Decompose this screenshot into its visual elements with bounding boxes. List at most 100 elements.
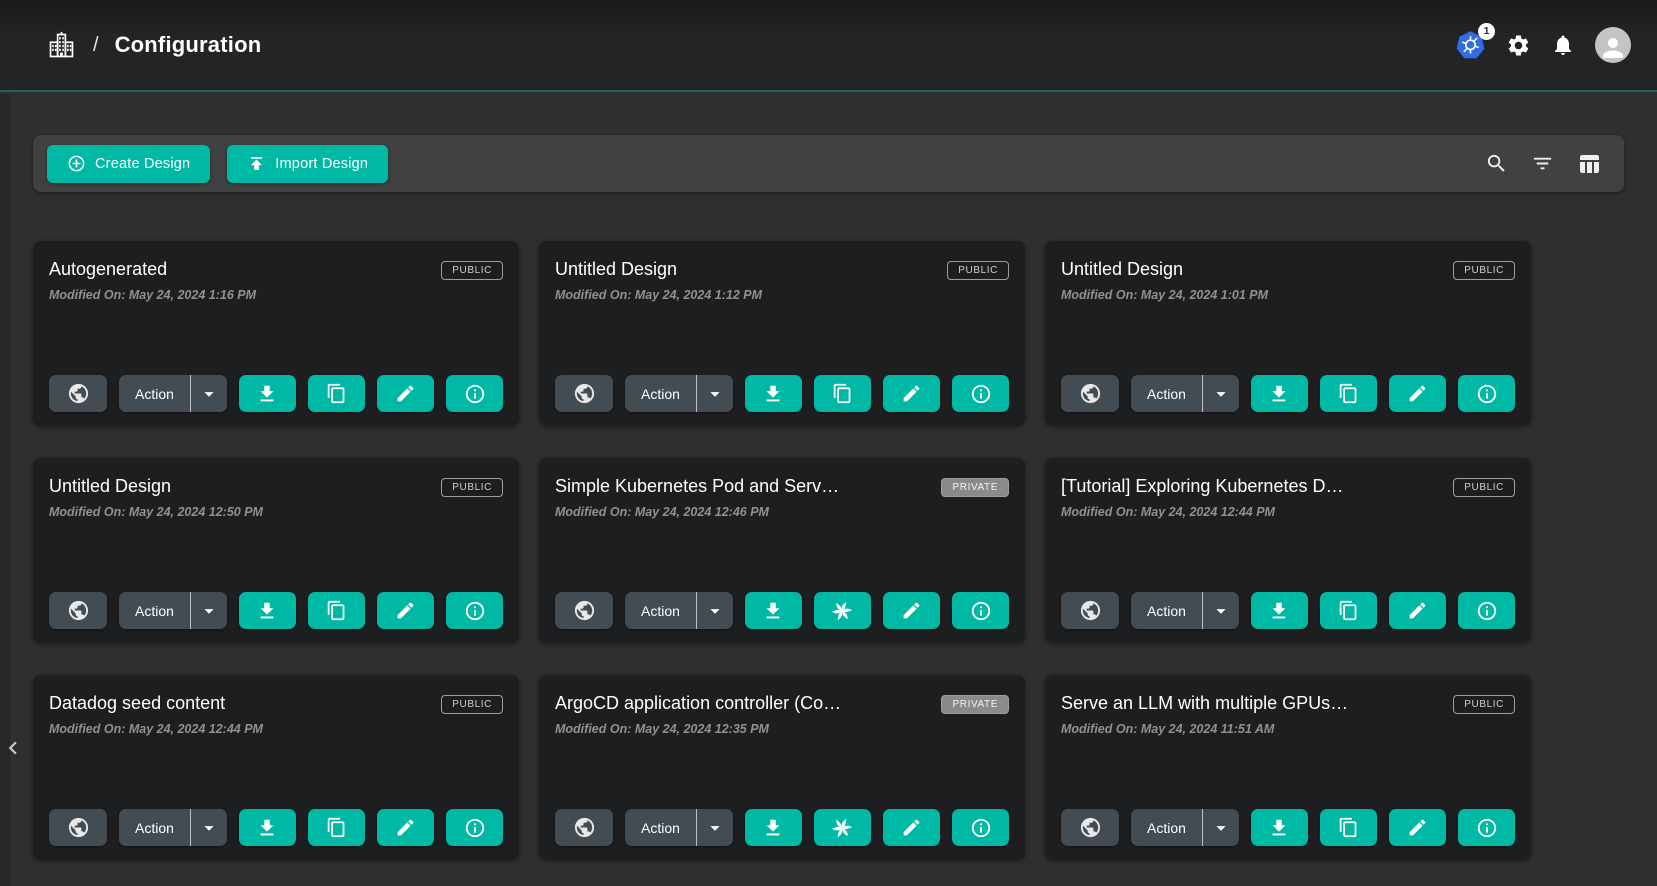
download-button[interactable] [1251, 592, 1308, 629]
info-button[interactable] [952, 809, 1009, 846]
clone-button[interactable] [308, 375, 365, 412]
visibility-globe-button[interactable] [49, 809, 107, 846]
content-copy-icon [326, 600, 347, 621]
download-icon [762, 600, 784, 622]
visibility-globe-button[interactable] [555, 375, 613, 412]
import-design-button[interactable]: Import Design [227, 145, 388, 183]
clone-button[interactable] [1320, 592, 1377, 629]
clone-button[interactable] [814, 809, 871, 846]
visibility-globe-button[interactable] [49, 592, 107, 629]
action-dropdown-caret[interactable] [696, 809, 733, 846]
info-button[interactable] [952, 592, 1009, 629]
edit-button[interactable] [1389, 809, 1446, 846]
visibility-badge: PUBLIC [1453, 695, 1515, 714]
info-button[interactable] [446, 592, 503, 629]
visibility-globe-button[interactable] [1061, 809, 1119, 846]
pencil-icon [1407, 600, 1428, 621]
design-card: Untitled Design PUBLIC Modified On: May … [33, 458, 519, 643]
action-split-button: Action [119, 592, 227, 629]
download-button[interactable] [239, 592, 296, 629]
caret-down-icon [704, 817, 726, 839]
modified-date: Modified On: May 24, 2024 12:35 PM [555, 722, 1009, 736]
drawer-expand-handle[interactable] [0, 733, 26, 763]
action-dropdown-caret[interactable] [190, 375, 227, 412]
table-view-button[interactable] [1574, 152, 1604, 176]
action-button[interactable]: Action [625, 592, 696, 629]
card-action-row: Action [49, 375, 503, 412]
download-button[interactable] [745, 809, 802, 846]
clone-button[interactable] [814, 592, 871, 629]
action-dropdown-caret[interactable] [696, 592, 733, 629]
edit-button[interactable] [377, 592, 434, 629]
action-button[interactable]: Action [625, 375, 696, 412]
info-button[interactable] [1458, 375, 1515, 412]
edit-button[interactable] [883, 809, 940, 846]
info-button[interactable] [1458, 809, 1515, 846]
edit-button[interactable] [377, 375, 434, 412]
search-button[interactable] [1482, 152, 1511, 175]
card-action-row: Action [1061, 375, 1515, 412]
action-button[interactable]: Action [119, 375, 190, 412]
action-split-button: Action [625, 592, 733, 629]
filter-button[interactable] [1528, 152, 1557, 175]
visibility-globe-button[interactable] [49, 375, 107, 412]
action-button[interactable]: Action [119, 592, 190, 629]
clone-button[interactable] [814, 375, 871, 412]
action-dropdown-caret[interactable] [1202, 809, 1239, 846]
clone-button[interactable] [1320, 375, 1377, 412]
download-button[interactable] [239, 809, 296, 846]
action-dropdown-caret[interactable] [190, 809, 227, 846]
add-circle-icon [67, 154, 86, 173]
create-design-button[interactable]: Create Design [47, 145, 210, 183]
action-button[interactable]: Action [119, 809, 190, 846]
globe-icon [67, 816, 90, 839]
settings-button[interactable] [1506, 33, 1531, 58]
edit-button[interactable] [377, 809, 434, 846]
action-dropdown-caret[interactable] [190, 592, 227, 629]
download-icon [256, 383, 278, 405]
clone-button[interactable] [308, 809, 365, 846]
info-button[interactable] [1458, 592, 1515, 629]
globe-icon [1079, 599, 1102, 622]
clone-button[interactable] [1320, 809, 1377, 846]
visibility-globe-button[interactable] [555, 592, 613, 629]
edit-button[interactable] [883, 375, 940, 412]
download-button[interactable] [239, 375, 296, 412]
action-button[interactable]: Action [625, 809, 696, 846]
visibility-globe-button[interactable] [1061, 592, 1119, 629]
edit-button[interactable] [883, 592, 940, 629]
info-button[interactable] [952, 375, 1009, 412]
info-button[interactable] [446, 375, 503, 412]
visibility-globe-button[interactable] [1061, 375, 1119, 412]
user-avatar[interactable] [1595, 27, 1631, 63]
breadcrumb: / Configuration [46, 30, 261, 61]
design-card: [Tutorial] Exploring Kubernetes D… PUBLI… [1045, 458, 1531, 643]
kubernetes-context-button[interactable]: 1 [1455, 30, 1486, 61]
design-card: Simple Kubernetes Pod and Serv… PRIVATE … [539, 458, 1025, 643]
action-button[interactable]: Action [1131, 375, 1202, 412]
edit-button[interactable] [1389, 375, 1446, 412]
designs-toolbar: Create Design Import Design [33, 135, 1624, 192]
download-button[interactable] [745, 375, 802, 412]
visibility-globe-button[interactable] [555, 809, 613, 846]
edit-button[interactable] [1389, 592, 1446, 629]
info-button[interactable] [446, 809, 503, 846]
caret-down-icon [198, 383, 220, 405]
organization-building-icon[interactable] [46, 30, 77, 61]
action-dropdown-caret[interactable] [1202, 375, 1239, 412]
design-swirl-icon [830, 816, 854, 840]
action-button[interactable]: Action [1131, 592, 1202, 629]
card-action-row: Action [49, 592, 503, 629]
caret-down-icon [704, 600, 726, 622]
action-split-button: Action [1131, 592, 1239, 629]
download-button[interactable] [745, 592, 802, 629]
download-button[interactable] [1251, 375, 1308, 412]
clone-button[interactable] [308, 592, 365, 629]
download-button[interactable] [1251, 809, 1308, 846]
card-action-row: Action [555, 375, 1009, 412]
action-button[interactable]: Action [1131, 809, 1202, 846]
action-dropdown-caret[interactable] [696, 375, 733, 412]
content-copy-icon [326, 383, 347, 404]
action-dropdown-caret[interactable] [1202, 592, 1239, 629]
notifications-button[interactable] [1551, 33, 1575, 57]
